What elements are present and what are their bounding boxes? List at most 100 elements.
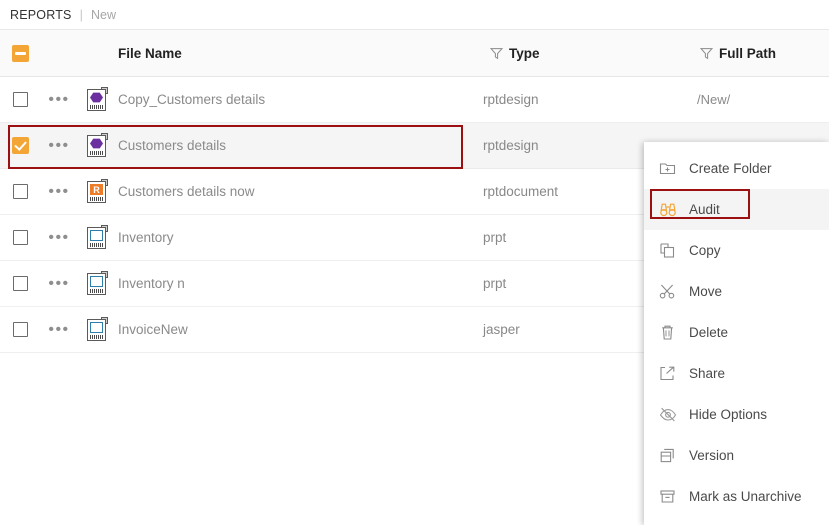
row-type: rptdesign — [483, 92, 693, 107]
menu-item-label: Share — [689, 366, 726, 381]
select-all-checkbox[interactable] — [0, 44, 40, 62]
scissors-icon — [659, 283, 689, 300]
column-header-full-path[interactable]: Full Path — [693, 46, 829, 61]
row-checkbox[interactable] — [0, 184, 40, 199]
prpt-icon: ▦ — [87, 271, 109, 296]
filter-icon — [489, 47, 503, 59]
row-checkbox[interactable] — [0, 92, 40, 107]
breadcrumb-root[interactable]: REPORTS — [10, 8, 72, 22]
rptdesign-icon — [87, 133, 109, 158]
row-file-icon: R — [78, 179, 118, 204]
barcode-glyph — [90, 289, 103, 293]
file-type-label: prpt — [483, 276, 507, 291]
row-file-icon: ▦ — [78, 271, 118, 296]
filter-icon-full-path[interactable] — [693, 47, 719, 60]
file-name-label: Customers details — [118, 138, 227, 153]
barcode-glyph — [90, 151, 103, 155]
checkbox-unchecked-icon — [12, 322, 28, 337]
grid-glyph: ▦ — [90, 276, 103, 287]
menu-item-version[interactable]: Version — [644, 435, 829, 476]
checkbox-unchecked-icon — [12, 230, 28, 245]
row-menu-button[interactable]: ••• — [40, 90, 78, 108]
folder-plus-icon — [659, 160, 689, 177]
file-name-label: Inventory — [118, 230, 174, 245]
ellipsis-icon: ••• — [48, 274, 70, 292]
row-checkbox[interactable] — [0, 322, 40, 337]
row-file-name[interactable]: Customers details now — [118, 184, 483, 199]
row-checkbox[interactable] — [0, 276, 40, 291]
filter-icon-type[interactable] — [483, 47, 509, 60]
row-file-icon — [78, 133, 118, 158]
menu-item-label: Audit — [689, 202, 720, 217]
row-menu-button[interactable]: ••• — [40, 136, 78, 154]
file-name-label: Customers details now — [118, 184, 255, 199]
file-name-label: InvoiceNew — [118, 322, 188, 337]
column-header-file-name-label: File Name — [118, 45, 182, 61]
file-type-label: prpt — [483, 230, 507, 245]
menu-item-label: Mark as Unarchive — [689, 489, 802, 504]
column-header-file-name[interactable]: File Name — [118, 46, 483, 61]
menu-item-audit[interactable]: Audit — [644, 189, 829, 230]
menu-item-move[interactable]: Move — [644, 271, 829, 312]
copy-icon — [659, 242, 689, 259]
prpt-icon: ▦ — [87, 225, 109, 250]
menu-item-label: Move — [689, 284, 723, 299]
table-header-row: File Name Type Full Path — [0, 30, 829, 77]
trash-icon — [659, 324, 689, 341]
file-type-label: jasper — [483, 322, 520, 337]
menu-item-delete[interactable]: Delete — [644, 312, 829, 353]
row-file-name[interactable]: Inventory — [118, 230, 483, 245]
barcode-glyph — [90, 105, 103, 109]
file-path-label: /New/ — [697, 92, 731, 107]
file-name-label: Inventory n — [118, 276, 185, 291]
file-type-label: rptdocument — [483, 184, 559, 199]
row-file-name[interactable]: Inventory n — [118, 276, 483, 291]
letter-glyph: R — [90, 184, 103, 195]
ellipsis-icon: ••• — [48, 320, 70, 338]
share-icon — [659, 365, 689, 382]
row-menu-button[interactable]: ••• — [40, 320, 78, 338]
menu-item-create-folder[interactable]: Create Folder — [644, 148, 829, 189]
rptdocument-icon: R — [87, 179, 109, 204]
row-file-name[interactable]: InvoiceNew — [118, 322, 483, 337]
breadcrumb-separator: | — [79, 7, 83, 22]
table-row[interactable]: ••• Copy_Customers details rptdesign /Ne… — [0, 77, 829, 123]
menu-item-label: Hide Options — [689, 407, 768, 422]
menu-item-copy[interactable]: Copy — [644, 230, 829, 271]
checkbox-checked-icon — [11, 137, 29, 154]
row-checkbox[interactable] — [0, 230, 40, 245]
menu-item-share[interactable]: Share — [644, 353, 829, 394]
ellipsis-icon: ••• — [48, 136, 70, 154]
eye-off-icon — [659, 406, 689, 423]
file-name-label: Copy_Customers details — [118, 92, 266, 107]
rptdesign-icon — [87, 87, 109, 112]
row-file-icon: J — [78, 317, 118, 342]
row-file-icon — [78, 87, 118, 112]
row-menu-button[interactable]: ••• — [40, 274, 78, 292]
breadcrumb-current: New — [91, 7, 117, 22]
menu-item-label: Copy — [689, 243, 721, 258]
checkbox-unchecked-icon — [12, 276, 28, 291]
row-checkbox[interactable] — [0, 137, 40, 154]
row-menu-button[interactable]: ••• — [40, 228, 78, 246]
file-type-label: rptdesign — [483, 138, 539, 153]
row-full-path: /New/ — [693, 92, 829, 107]
row-file-icon: ▦ — [78, 225, 118, 250]
column-header-type[interactable]: Type — [483, 46, 693, 61]
barcode-glyph — [90, 243, 103, 247]
column-header-type-label: Type — [509, 45, 540, 61]
ellipsis-icon: ••• — [48, 90, 70, 108]
row-file-name[interactable]: Copy_Customers details — [118, 92, 483, 107]
menu-item-mark-as-unarchive[interactable]: Mark as Unarchive — [644, 476, 829, 517]
checkbox-unchecked-icon — [12, 184, 28, 199]
menu-item-label: Version — [689, 448, 735, 463]
row-menu-button[interactable]: ••• — [40, 182, 78, 200]
menu-item-label: Create Folder — [689, 161, 772, 176]
layers-icon — [659, 447, 689, 464]
menu-item-hide-options[interactable]: Hide Options — [644, 394, 829, 435]
row-file-name[interactable]: Customers details — [118, 138, 483, 153]
breadcrumb: REPORTS | New — [0, 0, 829, 29]
checkbox-unchecked-icon — [12, 92, 28, 107]
ellipsis-icon: ••• — [48, 182, 70, 200]
ellipsis-icon: ••• — [48, 228, 70, 246]
